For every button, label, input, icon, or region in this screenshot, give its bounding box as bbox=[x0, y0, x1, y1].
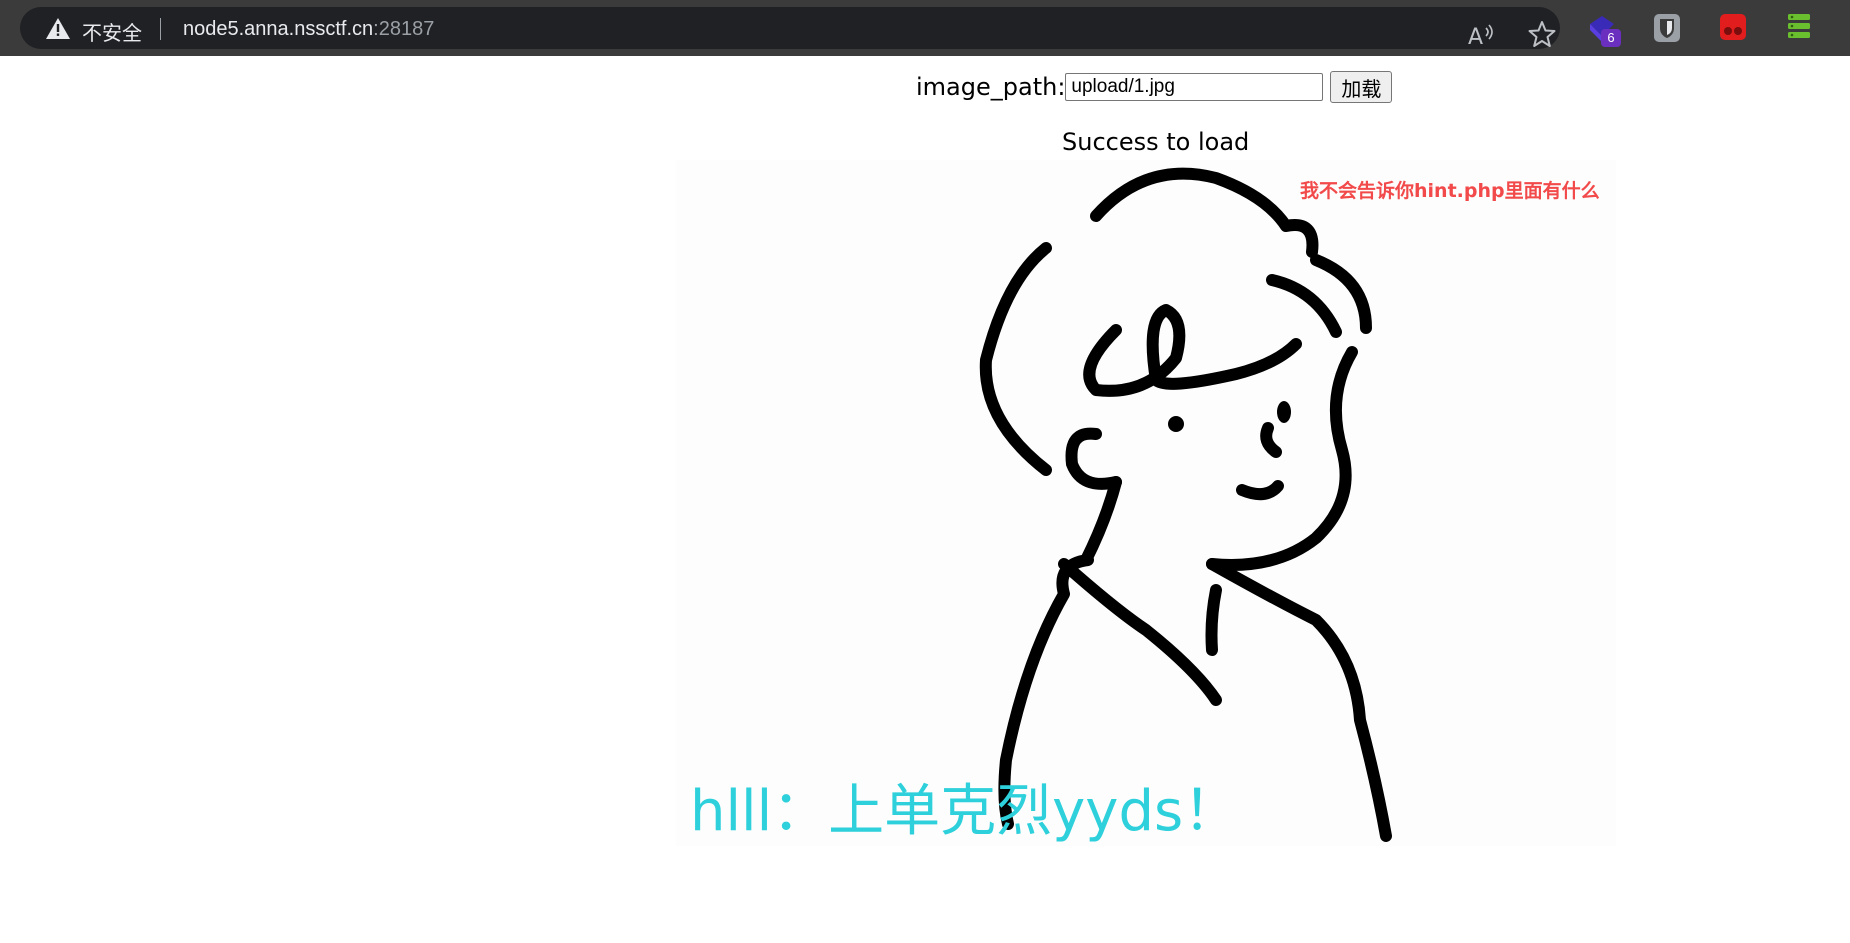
status-message: Success to load bbox=[1062, 128, 1250, 156]
warning-icon[interactable] bbox=[46, 18, 70, 39]
green-extension-icon[interactable] bbox=[1786, 12, 1812, 42]
url-text[interactable]: node5.anna.nssctf.cn:28187 bbox=[183, 18, 434, 41]
address-bar[interactable]: 不安全 node5.anna.nssctf.cn:28187 A bbox=[20, 7, 1560, 49]
security-status-label[interactable]: 不安全 bbox=[82, 17, 142, 46]
url-host: node5.anna.nssctf.cn bbox=[183, 18, 374, 40]
read-aloud-icon[interactable]: A bbox=[1468, 22, 1496, 48]
divider bbox=[160, 18, 161, 40]
image-path-input[interactable] bbox=[1065, 73, 1324, 101]
load-button[interactable]: 加载 bbox=[1330, 71, 1393, 103]
url-port: :28187 bbox=[373, 18, 435, 40]
star-icon[interactable] bbox=[1528, 20, 1556, 48]
boy-illustration bbox=[979, 167, 1392, 842]
browser-toolbar: 不安全 node5.anna.nssctf.cn:28187 A 6 bbox=[0, 0, 1850, 56]
load-form: image_path: 加载 bbox=[916, 70, 1393, 104]
loaded-image: 我不会告诉你hint.php里面有什么 hlll：上单克烈yyds！ bbox=[676, 160, 1616, 846]
svg-text:A: A bbox=[1468, 25, 1483, 48]
image-caption: hlll：上单克烈yyds！ bbox=[690, 779, 1240, 844]
red-extension-icon[interactable] bbox=[1720, 14, 1746, 40]
extension-badge: 6 bbox=[1601, 29, 1621, 47]
hint-text: 我不会告诉你hint.php里面有什么 bbox=[1300, 180, 1600, 202]
image-path-label: image_path: bbox=[916, 73, 1066, 101]
shield-extension-icon[interactable] bbox=[1654, 14, 1680, 42]
